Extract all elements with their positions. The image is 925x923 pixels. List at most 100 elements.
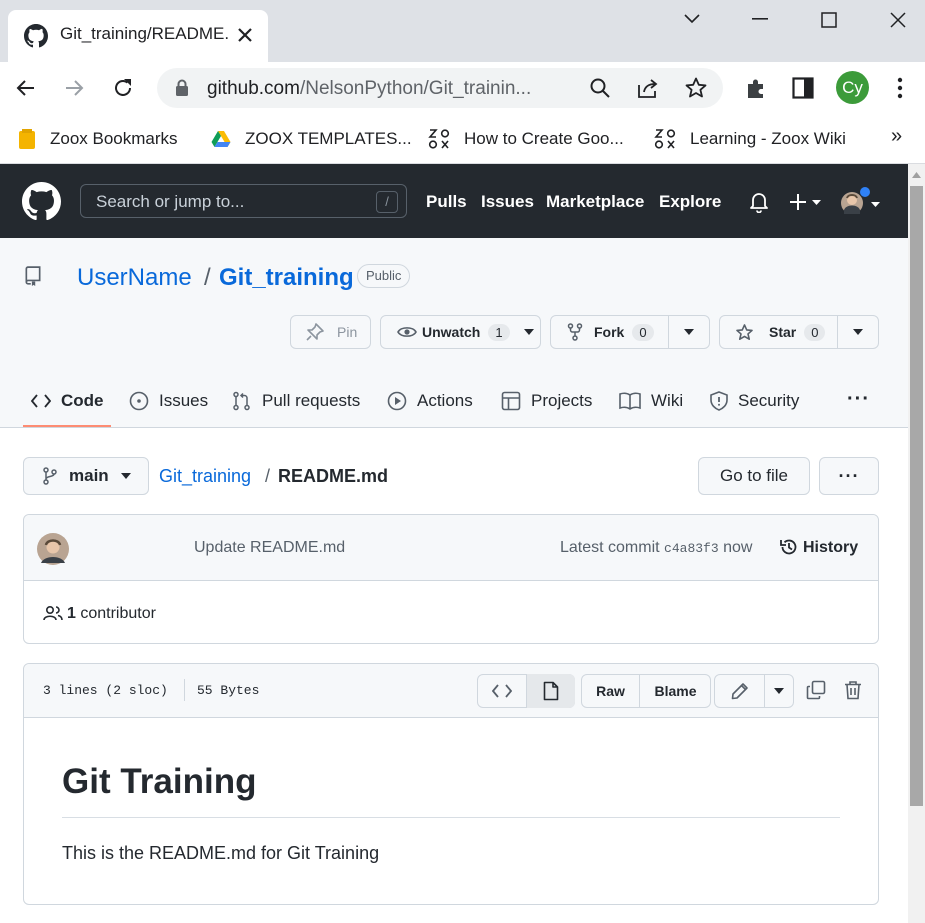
nav-marketplace[interactable]: Marketplace	[546, 192, 644, 212]
latest-commit-label: Latest commit	[560, 539, 660, 556]
browser-tab[interactable]: Git_training/README.md	[8, 10, 268, 62]
forward-icon[interactable]	[62, 76, 86, 100]
tab-search-icon[interactable]	[683, 12, 701, 26]
tab-label: Security	[738, 391, 800, 410]
raw-button[interactable]: Raw	[582, 675, 639, 707]
bookmark-star-icon[interactable]	[684, 76, 708, 100]
history-link[interactable]: History	[803, 539, 858, 557]
go-to-file-button[interactable]: Go to file	[698, 457, 810, 495]
committer-avatar[interactable]	[37, 533, 69, 565]
fork-caret-down-icon[interactable]	[684, 329, 694, 335]
raw-blame-group: Raw Blame	[581, 674, 711, 708]
commit-header: Update README.md Latest commit c4a83f3 n…	[24, 515, 878, 581]
pin-icon	[305, 322, 325, 342]
share-icon[interactable]	[636, 77, 660, 99]
search-input[interactable]: Search or jump to... /	[80, 184, 407, 218]
preview-view-button[interactable]	[526, 674, 575, 708]
repo-name-link[interactable]: Git_training	[219, 264, 354, 292]
github-header: Search or jump to... / Pulls Issues Mark…	[0, 164, 908, 238]
tab-label: Actions	[417, 391, 473, 410]
profile-avatar[interactable]: Cy	[836, 71, 869, 104]
edit-button[interactable]	[715, 675, 764, 707]
star-caret-down-icon[interactable]	[853, 329, 863, 335]
tab-security[interactable]: Security	[710, 374, 799, 428]
tab-code[interactable]: Code	[31, 374, 104, 428]
code-icon	[492, 684, 512, 698]
file-lines-info: 3 lines (2 sloc)	[43, 683, 168, 698]
trash-icon[interactable]	[844, 680, 862, 700]
unwatch-button[interactable]: Unwatch 1	[380, 315, 541, 349]
commit-box: Update README.md Latest commit c4a83f3 n…	[23, 514, 879, 644]
blame-button[interactable]: Blame	[640, 675, 711, 707]
user-avatar-menu[interactable]	[840, 186, 882, 218]
tab-projects[interactable]: Projects	[501, 374, 592, 428]
repo-header: UserName / Git_training Public Pin Unwat…	[0, 238, 908, 428]
repo-icon	[24, 266, 42, 286]
lock-icon[interactable]	[175, 79, 189, 97]
eye-icon	[397, 324, 417, 340]
fork-label: Fork	[594, 324, 625, 340]
minimize-icon[interactable]	[752, 18, 768, 20]
contributors-link[interactable]: 1 contributor	[67, 605, 156, 623]
browser-tab-strip: Git_training/README.md	[0, 0, 925, 62]
tab-wiki[interactable]: Wiki	[619, 374, 683, 428]
heading-divider	[62, 817, 840, 818]
bookmarks-bar: Zoox Bookmarks ZOOX TEMPLATES... How to …	[0, 114, 925, 164]
tab-actions[interactable]: Actions	[387, 374, 473, 428]
pull-request-icon	[232, 391, 262, 411]
more-tabs-button[interactable]: ···	[847, 388, 870, 411]
notifications-bell-icon[interactable]	[749, 191, 769, 213]
reload-icon[interactable]	[111, 76, 135, 100]
edit-group	[714, 674, 794, 708]
nav-pulls[interactable]: Pulls	[426, 192, 467, 212]
tab-pull-requests[interactable]: Pull requests	[232, 374, 360, 428]
close-tab-icon[interactable]	[236, 26, 254, 44]
pin-button[interactable]: Pin	[290, 315, 371, 349]
tab-label: Projects	[531, 391, 593, 410]
file-more-button[interactable]: ···	[819, 457, 879, 495]
book-icon	[619, 392, 651, 410]
fork-button[interactable]: Fork 0	[550, 315, 710, 349]
copy-icon[interactable]	[806, 680, 826, 700]
edit-caret-down-icon[interactable]	[774, 688, 784, 694]
star-icon	[735, 323, 754, 342]
zoom-search-icon[interactable]	[589, 77, 611, 99]
commit-time: now	[723, 539, 753, 556]
extensions-icon[interactable]	[744, 76, 768, 100]
create-new-icon[interactable]	[789, 193, 825, 211]
pencil-icon	[731, 683, 748, 700]
code-view-button[interactable]	[478, 675, 526, 707]
window-close-icon[interactable]	[890, 12, 906, 28]
commit-sha-link[interactable]: c4a83f3	[664, 541, 719, 556]
commit-message-link[interactable]: Update README.md	[194, 539, 345, 557]
branch-selector-button[interactable]: main	[23, 457, 149, 495]
star-label: Star	[769, 324, 797, 340]
branch-name: main	[69, 466, 109, 485]
nav-issues[interactable]: Issues	[481, 192, 534, 212]
browser-menu-icon[interactable]	[896, 77, 904, 99]
bookmark-item[interactable]: Zoox Bookmarks	[18, 124, 178, 154]
star-button[interactable]: Star 0	[719, 315, 879, 349]
address-bar[interactable]: github.com/NelsonPython/Git_trainin...	[157, 68, 723, 108]
maximize-icon[interactable]	[821, 12, 837, 28]
breadcrumb-repo-link[interactable]: Git_training	[159, 466, 251, 487]
bookmark-item[interactable]: Learning - Zoox Wiki	[654, 124, 846, 154]
github-logo-icon[interactable]	[22, 182, 61, 221]
back-icon[interactable]	[14, 76, 38, 100]
scroll-thumb[interactable]	[910, 186, 923, 806]
side-panel-icon[interactable]	[792, 77, 814, 99]
url-path: /NelsonPython/Git_trainin...	[299, 78, 532, 99]
breadcrumb-separator: /	[265, 466, 271, 486]
bookmarks-overflow-button[interactable]: »	[891, 125, 902, 148]
tab-issues[interactable]: Issues	[129, 374, 208, 428]
caret-down-icon	[120, 473, 131, 479]
page-scrollbar[interactable]	[908, 164, 925, 923]
bookmark-item[interactable]: How to Create Goo...	[428, 124, 624, 154]
bookmark-item[interactable]: ZOOX TEMPLATES...	[211, 124, 412, 154]
scroll-up-arrow-icon[interactable]	[912, 172, 921, 178]
readme-heading: Git Training	[62, 762, 257, 801]
nav-explore[interactable]: Explore	[659, 192, 721, 212]
repo-path-separator: /	[204, 264, 211, 291]
view-toggle-group	[477, 674, 575, 708]
repo-owner-link[interactable]: UserName	[77, 264, 192, 292]
